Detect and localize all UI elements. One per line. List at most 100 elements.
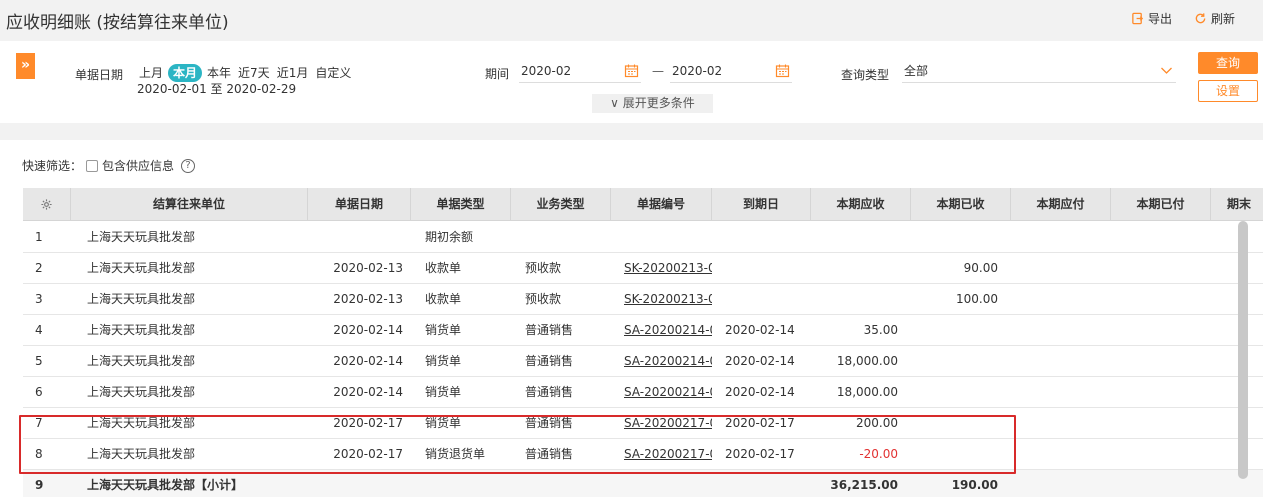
period-paid-cell (1111, 222, 1211, 252)
doc-no-link[interactable]: SK-20200213-0 (611, 253, 712, 283)
table-row[interactable]: 9 上海天天玩具批发部【小计】 36,215.00 190.00 (23, 470, 1263, 497)
doc-no-link[interactable] (611, 470, 712, 497)
due-date-cell: 2020-02-14 (725, 354, 795, 368)
column-settings-icon[interactable] (23, 188, 71, 221)
header-doc-no[interactable]: 单据编号 (611, 188, 712, 221)
help-icon[interactable]: ? (181, 158, 196, 173)
top-bar: 应收明细账 (按结算往来单位) 导出 刷新 (0, 0, 1263, 40)
due-date-cell: 2020-02-14 (725, 385, 795, 399)
period-end-cell (1211, 222, 1263, 252)
page-title: 应收明细账 (按结算往来单位) (6, 13, 229, 33)
query-type-label: 查询类型 (841, 68, 890, 82)
doc-no-link[interactable]: SA-20200217-0 (611, 408, 712, 438)
include-supplier-checkbox[interactable] (86, 159, 99, 172)
table-row[interactable]: 6 上海天天玩具批发部 2020-02-14 销货单 普通销售 SA-20200… (23, 377, 1263, 408)
header-period-receivable[interactable]: 本期应收 (811, 188, 911, 221)
period-received-cell: 190.00 (951, 478, 998, 492)
period-label: 期间 (485, 67, 510, 81)
header-doc-date[interactable]: 单据日期 (308, 188, 411, 221)
doc-type-cell: 销货单 (425, 385, 462, 399)
period-end-cell (1211, 253, 1263, 283)
period-paid-cell (1111, 315, 1211, 345)
settings-button[interactable]: 设置 (1198, 80, 1258, 102)
table-body: 1 上海天天玩具批发部 期初余额 2 上海天天玩具批发部 2020-02-13 … (23, 222, 1263, 497)
expand-panel-icon[interactable]: » (16, 53, 35, 79)
doc-type-cell: 收款单 (425, 261, 462, 275)
doc-no-link[interactable]: SK-20200213-0 (611, 284, 712, 314)
doc-type-cell: 期初余额 (425, 230, 474, 244)
doc-date-cell: 2020-02-14 (333, 354, 403, 368)
header-biz-type[interactable]: 业务类型 (511, 188, 611, 221)
include-supplier-label: 包含供应信息 (102, 159, 175, 173)
row-number: 4 (35, 323, 43, 337)
row-number: 2 (35, 261, 43, 275)
period-payable-cell (1011, 408, 1111, 438)
doc-no-link[interactable] (611, 222, 712, 252)
period-paid-cell (1111, 470, 1211, 497)
period-paid-cell (1111, 253, 1211, 283)
header-period-payable[interactable]: 本期应付 (1011, 188, 1111, 221)
refresh-button[interactable]: 刷新 (1194, 10, 1235, 27)
period-end-value: 2020-02 (672, 63, 723, 78)
doc-date-label: 单据日期 (75, 68, 124, 82)
table-row[interactable]: 5 上海天天玩具批发部 2020-02-14 销货单 普通销售 SA-20200… (23, 346, 1263, 377)
more-conditions-label: 展开更多条件 (622, 96, 695, 110)
period-end-cell (1211, 315, 1263, 345)
doc-type-cell (411, 470, 511, 497)
vertical-scrollbar[interactable] (1238, 221, 1248, 479)
doc-no-link[interactable]: SA-20200214-0 (611, 377, 712, 407)
calendar-icon (624, 64, 639, 78)
period-end-cell (1211, 408, 1263, 438)
period-receivable-cell: 18,000.00 (836, 385, 898, 399)
doc-no-link[interactable]: SA-20200214-0 (611, 346, 712, 376)
settlement-unit-cell: 上海天天玩具批发部【小计】 (87, 478, 244, 492)
query-button[interactable]: 查询 (1198, 52, 1258, 74)
header-period-end[interactable]: 期末 (1211, 188, 1263, 221)
period-received-cell: 100.00 (956, 292, 998, 306)
period-received-cell (911, 377, 1011, 407)
period-end-field[interactable]: 2020-02 (670, 59, 792, 83)
header-period-received[interactable]: 本期已收 (911, 188, 1011, 221)
due-date-cell: 2020-02-17 (725, 447, 795, 461)
export-label: 导出 (1147, 12, 1172, 26)
query-type-select[interactable]: 全部 (902, 59, 1176, 83)
period-payable-cell (1011, 315, 1111, 345)
export-icon (1132, 12, 1144, 25)
period-end-cell (1211, 346, 1263, 376)
table-row[interactable]: 2 上海天天玩具批发部 2020-02-13 收款单 预收款 SK-202002… (23, 253, 1263, 284)
doc-date-cell: 2020-02-14 (333, 323, 403, 337)
table-row[interactable]: 8 上海天天玩具批发部 2020-02-17 销货退货单 普通销售 SA-202… (23, 439, 1263, 470)
doc-no-link[interactable]: SA-20200214-0 (611, 315, 712, 345)
biz-type-cell: 预收款 (525, 292, 562, 306)
export-button[interactable]: 导出 (1131, 10, 1172, 27)
period-paid-cell (1111, 439, 1211, 469)
table-row[interactable]: 1 上海天天玩具批发部 期初余额 (23, 222, 1263, 253)
period-end-cell (1211, 284, 1263, 314)
settlement-unit-cell: 上海天天玩具批发部 (87, 354, 196, 368)
due-date-cell (712, 222, 811, 252)
period-receivable-cell (811, 222, 911, 252)
doc-date-cell: 2020-02-17 (333, 447, 403, 461)
quick-filter: 快速筛选： 包含供应信息 ? (22, 157, 196, 174)
period-payable-cell (1011, 377, 1111, 407)
refresh-icon (1195, 13, 1206, 24)
doc-type-cell: 销货单 (425, 323, 462, 337)
row-number: 7 (35, 416, 43, 430)
header-period-paid[interactable]: 本期已付 (1111, 188, 1211, 221)
due-date-cell (712, 253, 811, 283)
period-start-field[interactable]: 2020-02 (519, 59, 641, 83)
table-row[interactable]: 4 上海天天玩具批发部 2020-02-14 销货单 普通销售 SA-20200… (23, 315, 1263, 346)
table-row[interactable]: 7 上海天天玩具批发部 2020-02-17 销货单 普通销售 SA-20200… (23, 408, 1263, 439)
header-doc-type[interactable]: 单据类型 (411, 188, 511, 221)
quick-date-custom[interactable]: 自定义 (313, 64, 353, 82)
header-settlement-unit[interactable]: 结算往来单位 (71, 188, 308, 221)
table-row[interactable]: 3 上海天天玩具批发部 2020-02-13 收款单 预收款 SK-202002… (23, 284, 1263, 315)
expand-more-conditions-button[interactable]: ∨ 展开更多条件 (592, 94, 713, 113)
doc-no-link[interactable]: SA-20200217-0 (611, 439, 712, 469)
header-due-date[interactable]: 到期日 (712, 188, 811, 221)
period-end-cell (1211, 470, 1263, 497)
biz-type-cell: 预收款 (525, 261, 562, 275)
query-type-value: 全部 (904, 64, 929, 78)
due-date-cell (712, 284, 811, 314)
biz-type-cell: 普通销售 (525, 385, 574, 399)
